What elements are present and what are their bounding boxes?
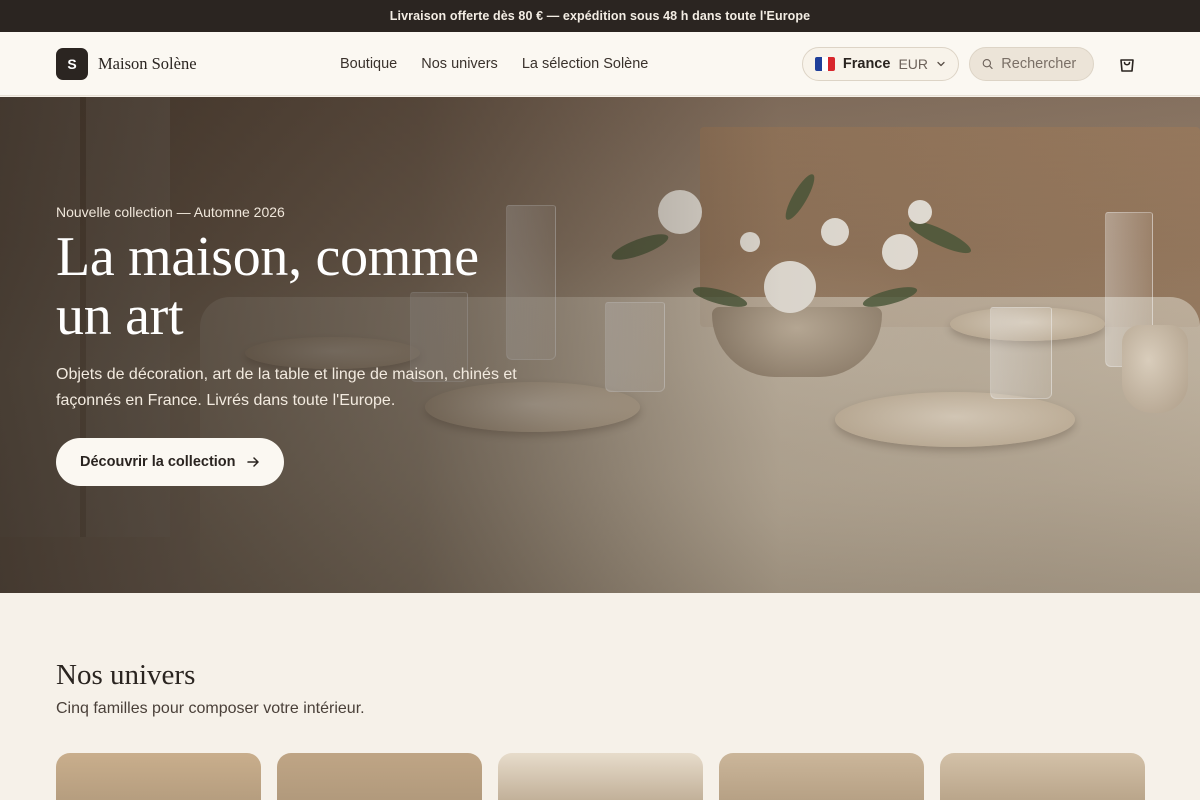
hero-subtitle: Objets de décoration, art de la table et… xyxy=(56,366,517,409)
arrow-right-icon xyxy=(246,457,259,467)
discover-collection-button[interactable]: Découvrir la collection xyxy=(56,438,284,486)
hero-title: La maison, comme un art xyxy=(56,228,536,346)
universe-card[interactable] xyxy=(719,753,924,800)
nav-selection-solene[interactable]: La sélection Solène xyxy=(522,56,649,72)
header-actions: France EUR xyxy=(801,46,1144,81)
universe-cards xyxy=(56,753,1145,800)
search-box[interactable] xyxy=(969,46,1094,81)
universe-card[interactable] xyxy=(277,753,482,800)
search-input[interactable] xyxy=(1001,55,1081,72)
brand-name: Maison Solène xyxy=(98,53,197,73)
site-header: S Maison Solène Boutique Nos univers La … xyxy=(0,32,1200,96)
universe-card[interactable] xyxy=(940,753,1145,800)
search-icon xyxy=(982,58,993,69)
shopping-bag-icon xyxy=(1120,58,1134,72)
announcement-bar: Livraison offerte dès 80 € — expédition … xyxy=(0,0,1200,32)
universe-card[interactable] xyxy=(498,753,703,800)
hero-title-line-1: La maison, comme xyxy=(56,226,479,288)
universes-subtitle: Cinq familles pour composer votre intéri… xyxy=(56,700,365,717)
hero-content: Nouvelle collection — Automne 2026 La ma… xyxy=(56,204,536,486)
universes-section: Nos univers Cinq familles pour composer … xyxy=(0,593,1200,800)
cta-label: Découvrir la collection xyxy=(80,454,236,470)
hero-eyebrow: Nouvelle collection — Automne 2026 xyxy=(56,204,285,220)
announcement-text: Livraison offerte dès 80 € — expédition … xyxy=(389,9,811,23)
logo-mark: S xyxy=(56,47,88,80)
brand-logo[interactable]: S Maison Solène xyxy=(56,47,197,80)
main-nav: Boutique Nos univers La sélection Solène xyxy=(340,56,648,72)
country-selector[interactable]: France EUR xyxy=(801,46,959,81)
hero-banner: Nouvelle collection — Automne 2026 La ma… xyxy=(0,97,1200,593)
chevron-down-icon xyxy=(937,61,945,66)
nav-boutique[interactable]: Boutique xyxy=(340,56,397,72)
france-flag-icon xyxy=(814,56,835,71)
hero-title-line-2: un art xyxy=(56,285,184,347)
universe-card[interactable] xyxy=(56,753,261,800)
nav-nos-univers[interactable]: Nos univers xyxy=(421,56,498,72)
cart-button[interactable] xyxy=(1110,47,1144,81)
universes-title: Nos univers xyxy=(56,659,196,691)
currency-code: EUR xyxy=(898,55,928,72)
country-name: France xyxy=(842,55,891,72)
